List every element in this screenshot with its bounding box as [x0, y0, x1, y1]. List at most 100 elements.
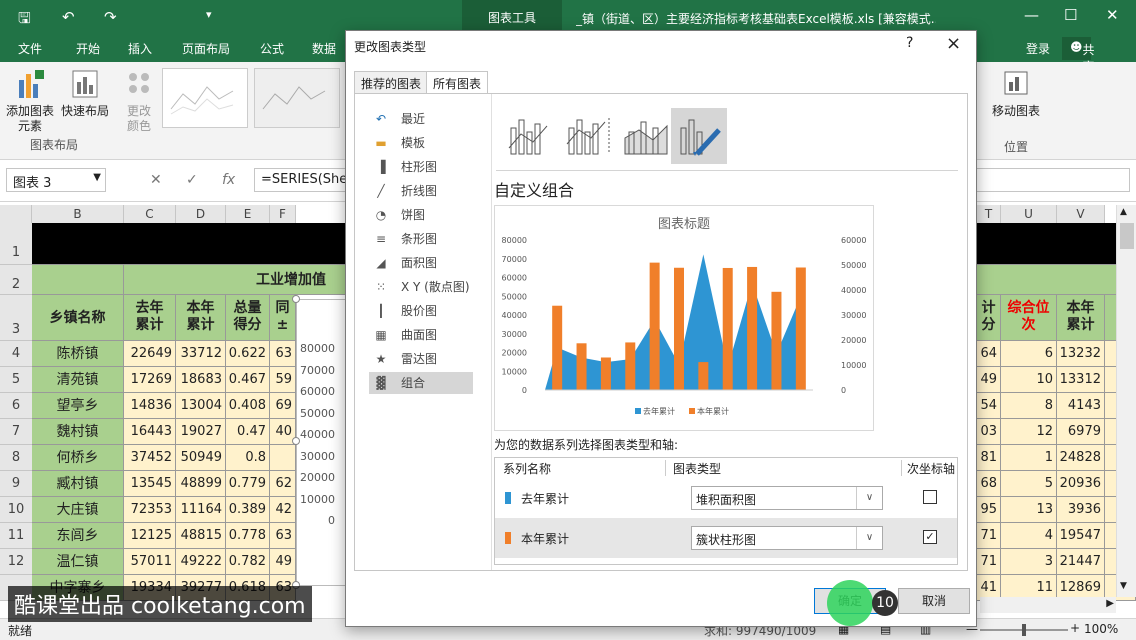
data-cell-f[interactable]: 63: [270, 341, 296, 367]
data-cell-t[interactable]: 49: [977, 367, 1001, 393]
series-row-last-year[interactable]: 去年累计 堆积面积图 ∨: [495, 478, 957, 518]
data-cell-u[interactable]: 6: [1001, 341, 1057, 367]
this-year-header[interactable]: 本年 累计: [176, 295, 226, 341]
data-cell-u[interactable]: 13: [1001, 497, 1057, 523]
secondary-axis-checkbox[interactable]: ✓: [923, 530, 937, 544]
undo-icon[interactable]: ↶: [62, 8, 75, 26]
help-icon[interactable]: ?: [906, 35, 913, 51]
town-name-cell[interactable]: 大庄镇: [32, 497, 124, 523]
data-cell-t[interactable]: 64: [977, 341, 1001, 367]
chart-type-item[interactable]: ★ 雷达图: [369, 348, 473, 370]
chart-type-item[interactable]: ≡ 条形图: [369, 228, 473, 250]
cancel-formula-icon[interactable]: ✕: [150, 172, 162, 188]
save-icon[interactable]: 🖫: [18, 8, 31, 33]
data-cell-c[interactable]: 17269: [124, 367, 176, 393]
data-cell-d[interactable]: 50949: [176, 445, 226, 471]
cancel-button[interactable]: 取消: [898, 588, 970, 614]
data-cell-u[interactable]: 1: [1001, 445, 1057, 471]
column-header-f[interactable]: F: [270, 205, 296, 223]
chart-type-item[interactable]: ╱ 折线图: [369, 180, 473, 202]
town-name-cell[interactable]: 清苑镇: [32, 367, 124, 393]
town-name-header[interactable]: 乡镇名称: [32, 295, 124, 341]
column-header-b[interactable]: B: [32, 205, 124, 223]
change-colors-button[interactable]: 更改 颜色: [118, 68, 160, 134]
row-header[interactable]: 6: [0, 393, 32, 419]
chart-type-item[interactable]: ↶ 最近: [369, 108, 473, 130]
tab-home[interactable]: 开始: [76, 40, 100, 57]
row-header[interactable]: 2: [0, 265, 32, 295]
data-cell-f[interactable]: 49: [270, 549, 296, 575]
row-header[interactable]: 7: [0, 419, 32, 445]
town-name-cell[interactable]: 魏村镇: [32, 419, 124, 445]
data-cell-u[interactable]: 5: [1001, 471, 1057, 497]
scroll-right-icon[interactable]: ▶: [1106, 598, 1114, 609]
column-header-d[interactable]: D: [176, 205, 226, 223]
data-cell-c[interactable]: 16443: [124, 419, 176, 445]
data-cell-v[interactable]: 4143: [1057, 393, 1105, 419]
share-button[interactable]: ☻ 共享: [1062, 37, 1095, 74]
data-cell-f[interactable]: 59: [270, 367, 296, 393]
tab-file[interactable]: 文件: [18, 40, 42, 57]
data-cell-t[interactable]: 71: [977, 549, 1001, 575]
row-header[interactable]: 5: [0, 367, 32, 393]
secondary-axis-checkbox[interactable]: [923, 490, 937, 504]
data-cell-u[interactable]: 12: [1001, 419, 1057, 445]
row-header[interactable]: 9: [0, 471, 32, 497]
data-cell-e[interactable]: 0.8: [226, 445, 270, 471]
scroll-up-icon[interactable]: ▲: [1120, 207, 1127, 217]
data-cell-d[interactable]: 19027: [176, 419, 226, 445]
data-cell-e[interactable]: 0.782: [226, 549, 270, 575]
tab-insert[interactable]: 插入: [128, 40, 152, 57]
row-header[interactable]: 8: [0, 445, 32, 471]
data-cell-c[interactable]: 37452: [124, 445, 176, 471]
insert-function-icon[interactable]: fx: [222, 172, 235, 188]
data-cell-t[interactable]: 71: [977, 523, 1001, 549]
data-cell-c[interactable]: 13545: [124, 471, 176, 497]
customize-qat-icon[interactable]: ▾: [206, 8, 212, 21]
data-cell-t[interactable]: 54: [977, 393, 1001, 419]
data-cell-v[interactable]: 19547: [1057, 523, 1105, 549]
row-header[interactable]: 3: [0, 295, 32, 341]
redo-icon[interactable]: ↷: [104, 8, 117, 26]
data-cell-v[interactable]: 20936: [1057, 471, 1105, 497]
tab-all-charts[interactable]: 所有图表: [426, 71, 489, 94]
column-header-c[interactable]: C: [124, 205, 176, 223]
chart-type-item[interactable]: ◔ 饼图: [369, 204, 473, 226]
data-cell-v[interactable]: 6979: [1057, 419, 1105, 445]
chevron-down-icon[interactable]: ∨: [856, 487, 882, 509]
custom-combination-icon[interactable]: [671, 108, 727, 164]
rank-header[interactable]: 综合位 次: [1001, 295, 1057, 341]
chart-type-item[interactable]: ⁙ X Y (散点图): [369, 276, 473, 298]
data-cell-u[interactable]: 10: [1001, 367, 1057, 393]
horizontal-scrollbar[interactable]: ▶: [980, 597, 1116, 613]
data-cell-t[interactable]: 03: [977, 419, 1001, 445]
data-cell-d[interactable]: 48899: [176, 471, 226, 497]
name-box[interactable]: 图表 3 ▼: [6, 168, 106, 192]
score-header[interactable]: 总量 得分: [226, 295, 270, 341]
login-link[interactable]: 登录: [1026, 40, 1050, 57]
column-header-t[interactable]: T: [977, 205, 1001, 223]
scroll-down-icon[interactable]: ▼: [1120, 581, 1127, 591]
data-cell-v[interactable]: 21447: [1057, 549, 1105, 575]
row-header[interactable]: 12: [0, 549, 32, 575]
data-cell-u[interactable]: 4: [1001, 523, 1057, 549]
resize-handle[interactable]: [292, 437, 300, 445]
combo-area-column-icon[interactable]: [619, 108, 675, 164]
enter-formula-icon[interactable]: ✓: [186, 172, 198, 188]
tab-page-layout[interactable]: 页面布局: [182, 40, 230, 57]
chart-style-thumb-1[interactable]: [162, 68, 248, 128]
data-cell-c[interactable]: 57011: [124, 549, 176, 575]
data-cell-d[interactable]: 33712: [176, 341, 226, 367]
close-window-icon[interactable]: ✕: [1106, 6, 1119, 24]
tab-formulas[interactable]: 公式: [260, 40, 284, 57]
data-cell-c[interactable]: 22649: [124, 341, 176, 367]
chart-type-select[interactable]: 簇状柱形图 ∨: [691, 526, 883, 550]
this-year2-header[interactable]: 本年 累计: [1057, 295, 1105, 341]
data-cell-e[interactable]: 0.408: [226, 393, 270, 419]
data-cell-d[interactable]: 13004: [176, 393, 226, 419]
combo-column-line-secondary-icon[interactable]: [561, 108, 617, 164]
data-cell-e[interactable]: 0.779: [226, 471, 270, 497]
chart-type-select[interactable]: 堆积面积图 ∨: [691, 486, 883, 510]
data-cell-e[interactable]: 0.467: [226, 367, 270, 393]
chart-type-item[interactable]: ┃ 股价图: [369, 300, 473, 322]
